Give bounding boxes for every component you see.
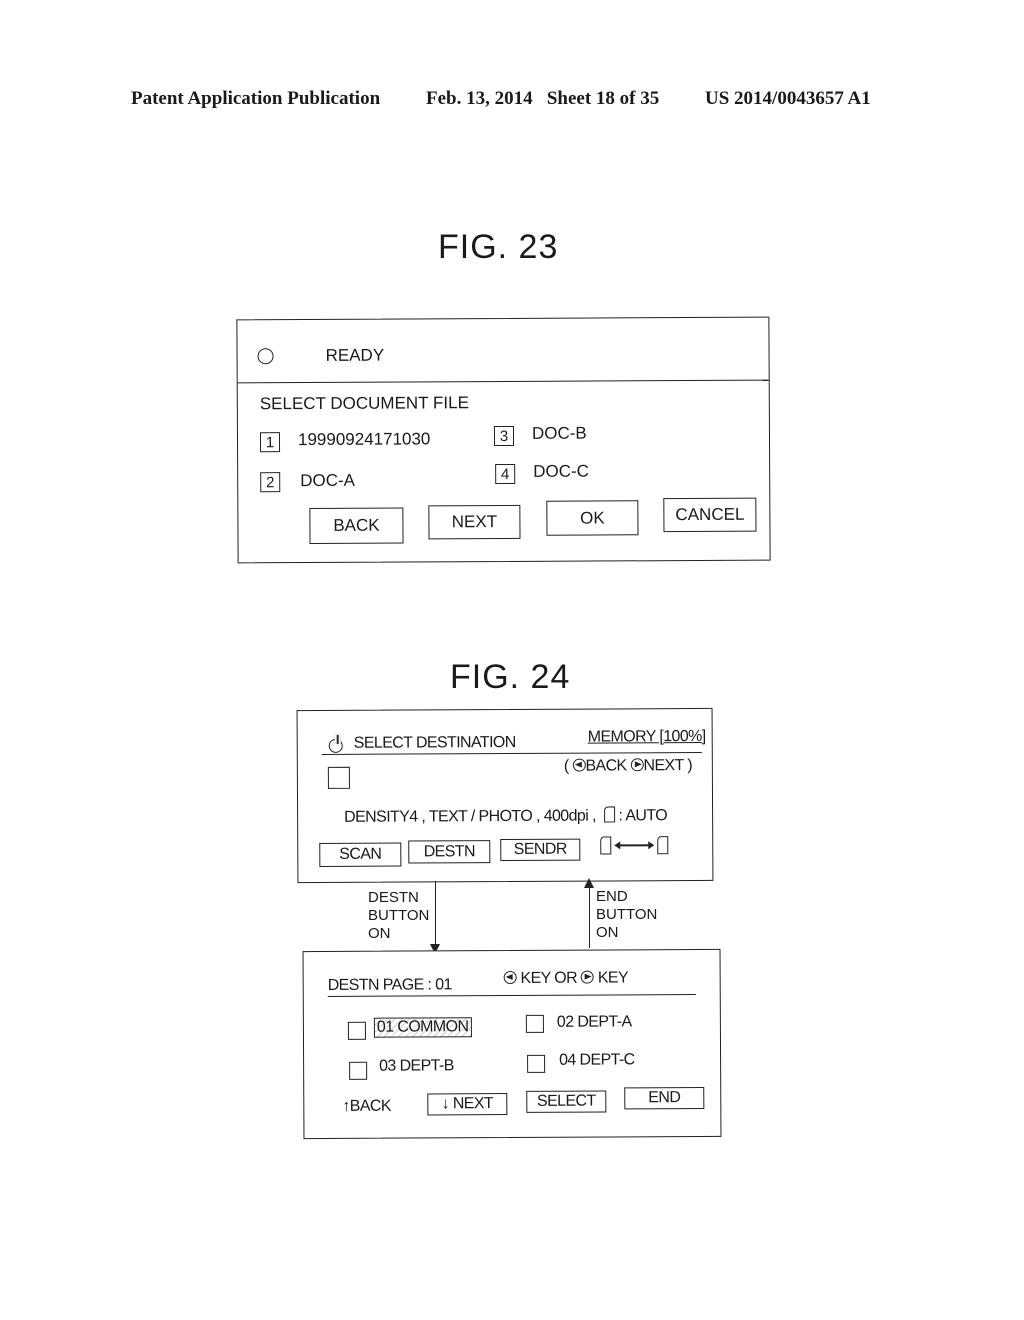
left-key-icon[interactable] bbox=[503, 970, 517, 985]
fig23-title: FIG. 23 bbox=[438, 228, 559, 266]
destination-item[interactable]: 04 DEPT-C bbox=[304, 950, 720, 1073]
back-key-hint[interactable]: ↑BACK bbox=[342, 1098, 391, 1116]
destination-label-selected[interactable]: 01 COMMON bbox=[373, 1017, 472, 1038]
file-name[interactable]: 19990924171030 bbox=[298, 429, 430, 450]
destn-transition-label: DESTN BUTTON ON bbox=[368, 889, 430, 942]
file-name[interactable]: DOC-B bbox=[532, 424, 587, 444]
memory-indicator: MEMORY [100%] bbox=[587, 727, 706, 746]
next-button[interactable]: NEXT bbox=[428, 504, 521, 540]
destination-checkbox[interactable] bbox=[349, 1061, 368, 1080]
status-divider bbox=[237, 379, 769, 384]
destination-item[interactable]: 03 DEPT-B bbox=[304, 950, 720, 1080]
prompt-text: SELECT DOCUMENT FILE bbox=[259, 393, 469, 414]
ok-button[interactable]: OK bbox=[546, 500, 639, 536]
key-hint-right: KEY bbox=[597, 969, 629, 987]
scan-button[interactable]: SCAN bbox=[319, 842, 402, 867]
sendr-button[interactable]: SENDR bbox=[500, 838, 581, 862]
patent-number: US 2014/0043657 A1 bbox=[705, 88, 871, 109]
file-number-box[interactable]: 4 bbox=[495, 463, 516, 485]
nav-back-label[interactable]: BACK bbox=[585, 757, 626, 774]
settings-text: DENSITY4 , TEXT / PHOTO , 400dpi , bbox=[344, 807, 596, 826]
date-sheet: Feb. 13, 2014 Sheet 18 of 35 bbox=[426, 88, 660, 109]
destination-checkbox[interactable] bbox=[525, 1014, 544, 1033]
destn-page-label: DESTN PAGE : 01 bbox=[327, 976, 452, 994]
select-button[interactable]: SELECT bbox=[526, 1090, 607, 1113]
file-name[interactable]: DOC-C bbox=[533, 462, 589, 482]
key-hint-left: KEY OR bbox=[520, 969, 578, 987]
destination-label[interactable]: 04 DEPT-C bbox=[559, 1051, 635, 1069]
destination-item[interactable]: 02 DEPT-A bbox=[304, 950, 720, 1033]
scan-settings: DENSITY4 , TEXT / PHOTO , 400dpi , : AUT… bbox=[344, 806, 667, 827]
file-item[interactable]: 4 DOC-C bbox=[237, 318, 768, 485]
end-transition-arrow bbox=[589, 884, 590, 948]
file-name[interactable]: DOC-A bbox=[300, 471, 355, 491]
preview-box bbox=[327, 766, 350, 789]
end-transition-label: END BUTTON ON bbox=[596, 888, 658, 941]
file-item[interactable]: 1 19990924171030 bbox=[237, 318, 768, 453]
page-nav-hint: ( BACK NEXT ) bbox=[564, 757, 692, 776]
screen-title: SELECT DESTINATION bbox=[353, 733, 516, 752]
back-button[interactable]: BACK bbox=[309, 507, 404, 545]
destination-page-screen: DESTN PAGE : 01 KEY OR KEY 01 COMMON 02 … bbox=[302, 948, 722, 1140]
cancel-button[interactable]: CANCEL bbox=[663, 497, 757, 533]
paper-size-icon bbox=[603, 806, 615, 823]
right-key-icon[interactable] bbox=[580, 970, 594, 984]
end-button[interactable]: END bbox=[624, 1086, 705, 1110]
status-circle-icon bbox=[257, 348, 274, 365]
fig24-title: FIG. 24 bbox=[450, 658, 571, 696]
destination-checkbox[interactable] bbox=[527, 1054, 546, 1073]
file-number-box[interactable]: 2 bbox=[260, 472, 281, 493]
destn-transition-arrow bbox=[435, 881, 436, 947]
select-destination-screen: SELECT DESTINATION MEMORY [100%] ( BACK … bbox=[296, 707, 714, 884]
next-key-icon[interactable] bbox=[630, 758, 644, 772]
paren-close: ) bbox=[687, 757, 693, 775]
destination-checkbox[interactable] bbox=[347, 1021, 366, 1040]
destination-item[interactable]: 01 COMMON bbox=[304, 950, 720, 1040]
page-1-to-page-2-icon bbox=[600, 836, 670, 856]
file-number-box[interactable]: 3 bbox=[493, 425, 515, 447]
fig23-screen: READY SELECT DOCUMENT FILE 1 19990924171… bbox=[236, 316, 771, 564]
back-key-icon[interactable] bbox=[572, 758, 586, 772]
publication-label: Patent Application Publication bbox=[131, 88, 381, 109]
file-number-box[interactable]: 1 bbox=[259, 432, 281, 453]
file-item[interactable]: 2 DOC-A bbox=[237, 318, 768, 493]
paper-setting-value: : AUTO bbox=[618, 807, 668, 825]
arrow-up-icon bbox=[584, 878, 594, 888]
nav-next-label[interactable]: NEXT bbox=[643, 757, 683, 774]
destn-button[interactable]: DESTN bbox=[408, 840, 491, 864]
paren-open: ( bbox=[563, 757, 569, 775]
destination-label[interactable]: 03 DEPT-B bbox=[379, 1057, 454, 1075]
file-item[interactable]: 3 DOC-B bbox=[237, 318, 768, 447]
power-icon bbox=[328, 734, 343, 753]
destination-label[interactable]: 02 DEPT-A bbox=[557, 1013, 632, 1031]
status-text: READY bbox=[325, 345, 385, 365]
key-hint: KEY OR KEY bbox=[503, 969, 629, 988]
next-button[interactable]: ↓ NEXT bbox=[427, 1093, 508, 1116]
